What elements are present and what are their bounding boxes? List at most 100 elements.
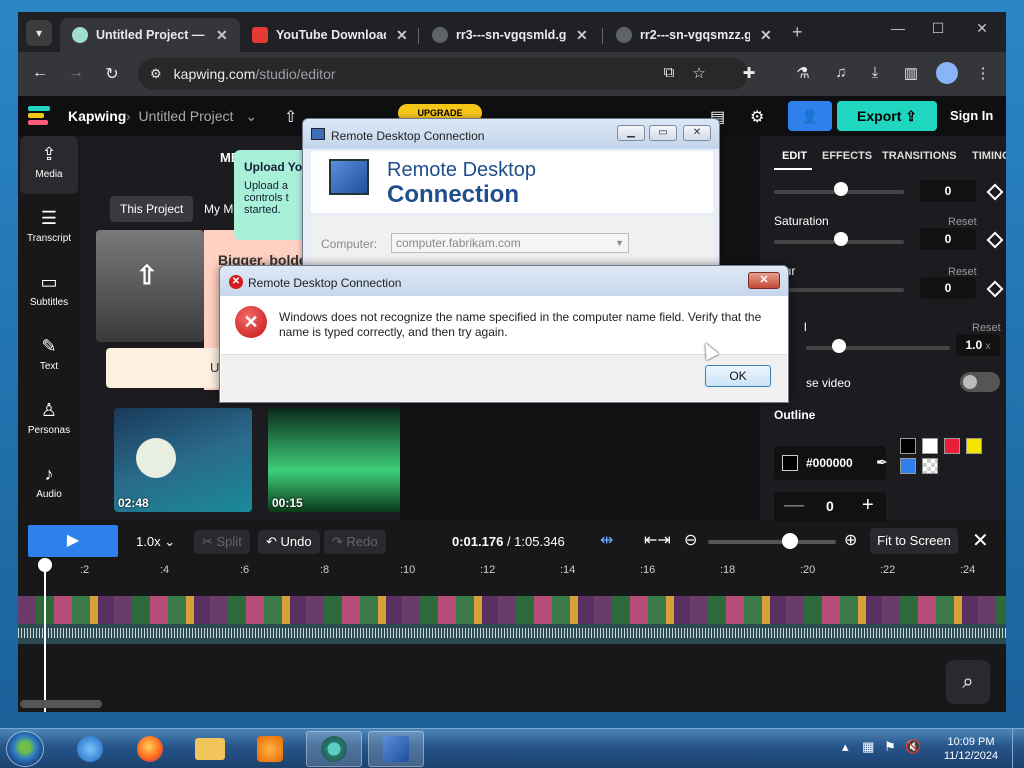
plus-icon[interactable]: + bbox=[862, 494, 874, 517]
close-window-icon[interactable]: ✕ bbox=[962, 20, 1002, 37]
minus-icon[interactable]: — bbox=[784, 494, 804, 517]
video-filmstrip[interactable] bbox=[18, 596, 1006, 624]
timeline-ruler[interactable]: :2 :4 :6 :8 :10 :12 :14 :16 :18 :20 :22 … bbox=[18, 560, 1006, 580]
tab-youtube-downloader[interactable]: YouTube Downloader ✕ bbox=[240, 18, 420, 52]
keyframe-icon[interactable] bbox=[986, 231, 1004, 249]
saturation-slider-knob[interactable] bbox=[834, 232, 848, 246]
tab-effects[interactable]: EFFECTS bbox=[822, 150, 872, 162]
site-settings-icon[interactable]: ⚙ bbox=[150, 66, 162, 82]
flask-icon[interactable]: ⚗ bbox=[792, 64, 814, 82]
split-button[interactable]: ✂ Split bbox=[194, 530, 250, 554]
media-clip[interactable]: 02:48 bbox=[114, 408, 252, 512]
tab-edit[interactable]: EDIT bbox=[782, 150, 807, 162]
network-icon[interactable]: ▦ bbox=[862, 739, 874, 754]
swatch-yellow[interactable] bbox=[966, 438, 982, 454]
top-value[interactable]: 0 bbox=[920, 180, 976, 202]
timeline-scrollbar[interactable] bbox=[20, 700, 102, 708]
media-control-icon[interactable]: ♫ bbox=[830, 64, 852, 81]
forward-icon[interactable]: → bbox=[64, 64, 88, 82]
gear-icon[interactable]: ⚙ bbox=[750, 107, 764, 127]
error-titlebar[interactable]: ✕ Remote Desktop Connection ✕ bbox=[220, 266, 788, 296]
close-icon[interactable]: ✕ bbox=[396, 27, 408, 44]
taskbar-remote-desktop[interactable] bbox=[368, 731, 424, 767]
zoom-slider-knob[interactable] bbox=[782, 533, 798, 549]
sidebar-item-transcript[interactable]: ☰ Transcript bbox=[20, 200, 78, 258]
sidebar-item-personas[interactable]: ♙ Personas bbox=[20, 392, 78, 450]
reload-icon[interactable]: ↻ bbox=[100, 64, 124, 84]
blur-value[interactable]: 0 bbox=[920, 277, 976, 299]
maximize-icon[interactable]: ▭ bbox=[649, 125, 677, 141]
clock[interactable]: 10:09 PM 11/12/2024 bbox=[936, 735, 1006, 763]
playhead[interactable] bbox=[38, 558, 52, 712]
top-slider-knob[interactable] bbox=[834, 182, 848, 196]
swatch-white[interactable] bbox=[922, 438, 938, 454]
ok-button[interactable]: OK bbox=[705, 365, 771, 387]
action-center-flag-icon[interactable]: ⚑ bbox=[884, 739, 896, 754]
fit-arrows-icon[interactable]: ⇤⇥ bbox=[644, 530, 671, 550]
swatch-transparent[interactable] bbox=[922, 458, 938, 474]
sidebar-item-subtitles[interactable]: ▭ Subtitles bbox=[20, 264, 78, 322]
keyframe-icon[interactable] bbox=[986, 280, 1004, 298]
cast-icon[interactable]: ⧉ bbox=[658, 64, 680, 81]
back-icon[interactable]: ← bbox=[28, 64, 52, 82]
undo-button[interactable]: ↶ Undo bbox=[258, 530, 320, 554]
sidebar-item-text[interactable]: ✎ Text bbox=[20, 328, 78, 386]
tab-rr2[interactable]: rr2---sn-vgqsmzz.googlevideo.com ✕ bbox=[604, 18, 784, 52]
close-icon[interactable]: ✕ bbox=[760, 27, 772, 44]
project-name[interactable]: › Untitled Project ⌄ bbox=[126, 108, 257, 125]
saturation-reset[interactable]: Reset bbox=[948, 216, 977, 228]
swatch-blue[interactable] bbox=[900, 458, 916, 474]
close-timeline-icon[interactable]: ✕ bbox=[972, 528, 989, 553]
tab-this-project[interactable]: This Project bbox=[110, 196, 194, 222]
outline-color-field[interactable]: #000000 bbox=[774, 446, 886, 480]
speed-slider[interactable] bbox=[806, 346, 950, 350]
zoom-slider[interactable] bbox=[708, 540, 836, 544]
tab-kapwing[interactable]: Untitled Project — Kapwing ✕ bbox=[60, 18, 240, 52]
blur-slider[interactable] bbox=[774, 288, 904, 292]
speed-reset[interactable]: Reset bbox=[972, 322, 1001, 334]
zoom-in-icon[interactable]: ⊕ bbox=[844, 530, 857, 550]
tab-transitions[interactable]: TRANSITIONS bbox=[882, 150, 957, 162]
keyframe-icon[interactable] bbox=[986, 183, 1004, 201]
snap-icon[interactable]: ⇹ bbox=[600, 530, 613, 550]
minimize-icon[interactable]: — bbox=[878, 20, 918, 36]
close-icon[interactable]: ✕ bbox=[216, 27, 228, 44]
upload-thumbnail[interactable]: ⇧ bbox=[96, 230, 204, 342]
side-panel-icon[interactable]: ▥ bbox=[900, 64, 922, 82]
brand-name[interactable]: Kapwing bbox=[68, 108, 126, 124]
computer-combobox[interactable]: computer.fabrikam.com ▼ bbox=[391, 233, 629, 253]
speed-value[interactable]: 1.0 x bbox=[956, 334, 1000, 356]
kapwing-logo-icon[interactable] bbox=[28, 106, 52, 126]
minimize-icon[interactable]: ▁ bbox=[617, 125, 645, 141]
show-desktop-button[interactable] bbox=[1012, 729, 1024, 768]
play-button[interactable]: ▶ bbox=[28, 525, 118, 557]
zoom-out-icon[interactable]: ⊖ bbox=[684, 530, 697, 550]
show-hidden-icons-icon[interactable]: ▴ bbox=[842, 739, 849, 754]
search-button[interactable]: ⌕ bbox=[946, 660, 990, 704]
bookmark-star-icon[interactable]: ☆ bbox=[688, 64, 710, 82]
tab-rr3[interactable]: rr3---sn-vgqsmld.googlevideo.com ✕ bbox=[420, 18, 600, 52]
playback-speed-select[interactable]: 1.0x ⌄ bbox=[128, 530, 183, 554]
new-tab-icon[interactable]: + bbox=[792, 22, 803, 43]
taskbar-firefox[interactable] bbox=[122, 731, 178, 767]
media-clip[interactable]: 00:15 bbox=[268, 408, 406, 512]
rdc-titlebar[interactable]: Remote Desktop Connection ▁ ▭ ✕ bbox=[303, 119, 719, 149]
extensions-icon[interactable]: ✚ bbox=[738, 64, 760, 82]
speed-slider-knob[interactable] bbox=[832, 339, 846, 353]
reverse-video-toggle[interactable] bbox=[960, 372, 1000, 392]
volume-muted-icon[interactable]: 🔇 bbox=[905, 739, 921, 754]
taskbar-internet-explorer[interactable] bbox=[62, 731, 118, 767]
taskbar-chrome[interactable] bbox=[306, 731, 362, 767]
video-track[interactable] bbox=[18, 596, 1006, 644]
taskbar-explorer[interactable] bbox=[182, 731, 238, 767]
tab-search-button[interactable]: ▾ bbox=[26, 20, 52, 46]
sidebar-item-media[interactable]: ⇪ Media bbox=[20, 136, 78, 194]
close-icon[interactable]: ✕ bbox=[576, 27, 588, 44]
stepper-value[interactable]: 0 bbox=[826, 498, 834, 514]
sign-in-link[interactable]: Sign In bbox=[950, 108, 993, 123]
download-icon[interactable]: ⤓ bbox=[864, 64, 886, 81]
close-icon[interactable]: ✕ bbox=[748, 272, 780, 289]
menu-kebab-icon[interactable]: ⋮ bbox=[972, 64, 994, 82]
taskbar-media-player[interactable] bbox=[242, 731, 298, 767]
sidebar-item-audio[interactable]: ♪ Audio bbox=[20, 456, 78, 514]
